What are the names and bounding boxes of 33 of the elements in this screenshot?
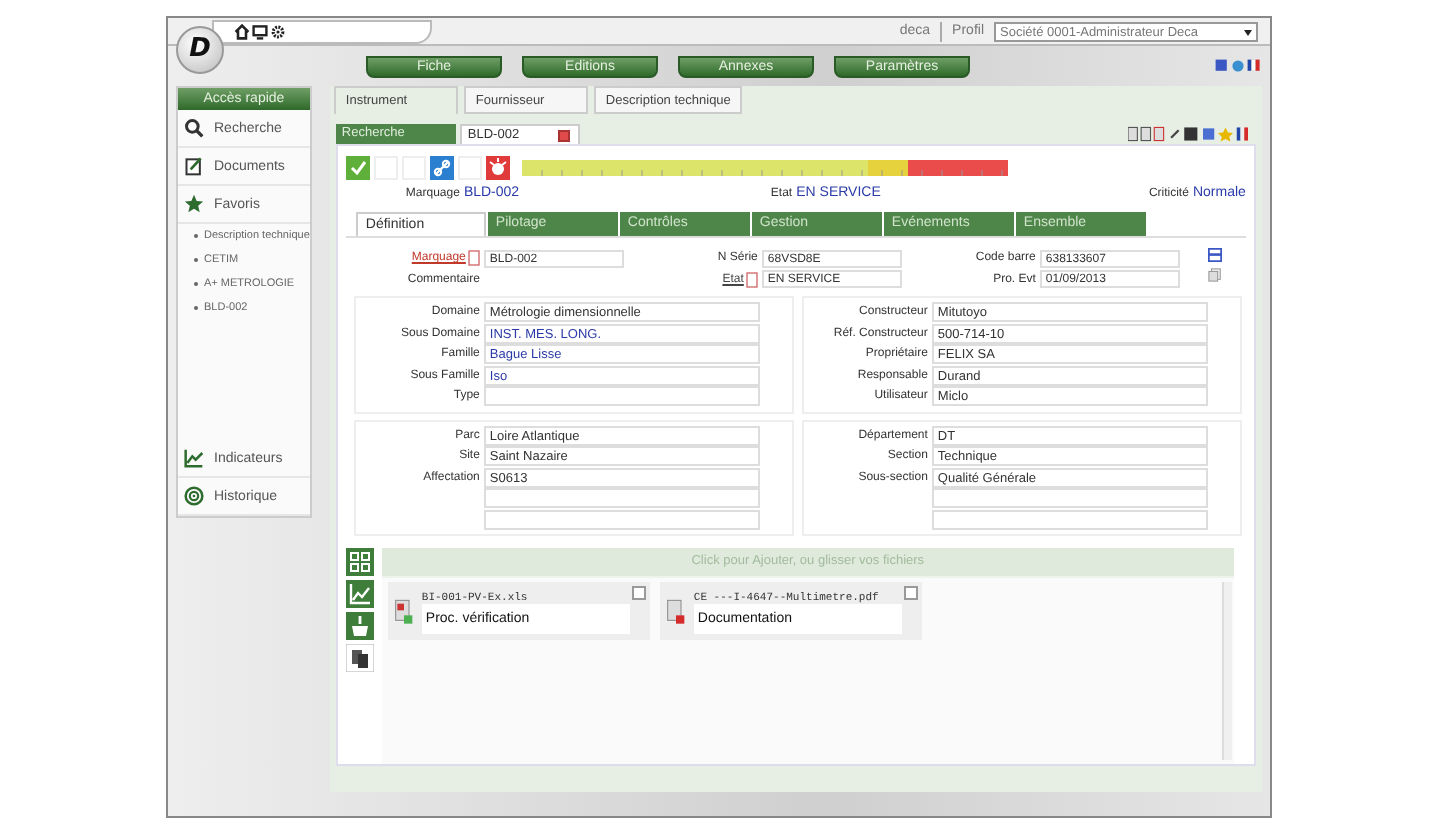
- spreadsheet-file-icon: [393, 597, 414, 625]
- document-icon[interactable]: [467, 250, 480, 267]
- text-field[interactable]: [931, 488, 1208, 509]
- monitor-icon[interactable]: [252, 23, 268, 39]
- scrollbar[interactable]: [1221, 582, 1232, 760]
- link-icon[interactable]: [429, 155, 454, 179]
- settings-icon[interactable]: [270, 23, 286, 39]
- document-pen-icon: [184, 156, 204, 176]
- pdf-file-icon: [665, 597, 686, 625]
- toolbar-icons[interactable]: [1127, 126, 1248, 142]
- copy-icon[interactable]: [1207, 268, 1222, 282]
- star-icon: [184, 194, 204, 214]
- documents-icon[interactable]: [345, 644, 374, 672]
- home-icon[interactable]: [234, 23, 250, 39]
- card-icon[interactable]: [1207, 248, 1222, 262]
- check-icon[interactable]: [345, 155, 370, 179]
- close-icon[interactable]: [557, 130, 570, 142]
- grid-icon[interactable]: [345, 548, 374, 576]
- alarm-icon[interactable]: [485, 155, 510, 179]
- target-icon: [184, 486, 204, 506]
- text-field[interactable]: [483, 509, 760, 530]
- document-icon[interactable]: [745, 271, 758, 288]
- text-field[interactable]: [483, 488, 760, 509]
- line-chart-icon: [184, 448, 204, 468]
- line-chart-icon[interactable]: [345, 580, 374, 608]
- text-field[interactable]: [931, 509, 1208, 530]
- search-icon: [184, 118, 204, 138]
- basket-icon[interactable]: [345, 612, 374, 640]
- file-checkbox[interactable]: [903, 586, 918, 600]
- file-checkbox[interactable]: [631, 586, 646, 600]
- window-controls-icon[interactable]: [1214, 58, 1262, 74]
- app-logo: D: [176, 26, 224, 74]
- text-field[interactable]: [483, 386, 760, 407]
